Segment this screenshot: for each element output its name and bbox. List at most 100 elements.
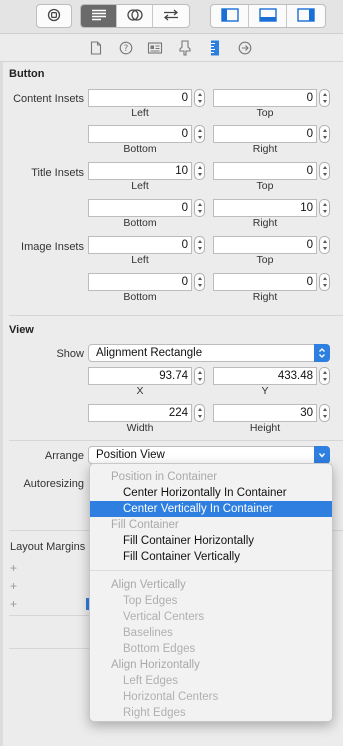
popup-chevron-icon	[314, 344, 330, 362]
content-insets-top-stepper[interactable]	[319, 89, 330, 107]
title-insets-label: Title Insets	[31, 167, 84, 179]
history-button[interactable]	[36, 4, 72, 28]
tab-attributes-inspector[interactable]	[177, 39, 193, 59]
title-insets-right-label: Right	[252, 217, 278, 229]
image-insets-left-stepper[interactable]	[194, 236, 205, 254]
tab-identity-inspector[interactable]	[147, 41, 163, 57]
editor-version-icon	[162, 9, 180, 24]
title-insets-left-stepper[interactable]	[194, 162, 205, 180]
layout-margins-label: Layout Margins	[10, 541, 86, 553]
image-insets-left-label: Left	[131, 254, 149, 266]
connections-icon	[238, 41, 252, 58]
title-insets-bottom-field[interactable]: 0	[88, 199, 192, 217]
menu-item-center-horizontally[interactable]: Center Horizontally In Container	[90, 485, 332, 501]
view-toggle-segmented	[210, 4, 326, 28]
editor-version-button[interactable]	[153, 5, 189, 27]
size-icon	[210, 40, 220, 59]
show-label: Show	[56, 348, 84, 360]
image-insets-top-stepper[interactable]	[319, 236, 330, 254]
frame-y-label: Y	[261, 385, 269, 397]
menu-item-bottom-edges[interactable]: Bottom Edges	[90, 641, 332, 657]
image-insets-right-field[interactable]: 0	[213, 273, 317, 291]
image-insets-label: Image Insets	[21, 241, 84, 253]
menu-item-right-edges[interactable]: Right Edges	[90, 705, 332, 721]
tab-size-inspector[interactable]	[207, 40, 223, 59]
title-insets-bottom-stepper[interactable]	[194, 199, 205, 217]
content-insets-right-stepper[interactable]	[319, 125, 330, 143]
popup-chevron-down-icon	[314, 446, 330, 464]
tab-connections-inspector[interactable]	[237, 41, 253, 57]
debug-area-toggle-icon	[258, 7, 277, 25]
arrange-popup-value: Position View	[96, 449, 165, 461]
title-insets-left-field[interactable]: 10	[88, 162, 192, 180]
frame-width-stepper[interactable]	[194, 404, 205, 422]
frame-y-stepper[interactable]	[319, 367, 330, 385]
menu-header-align-vertically: Align Vertically	[111, 579, 186, 591]
content-insets-left-field[interactable]: 0	[88, 89, 192, 107]
add-constraint-icon[interactable]: +	[10, 579, 17, 593]
title-insets-top-label: Top	[256, 180, 274, 192]
content-insets-left-stepper[interactable]	[194, 89, 205, 107]
frame-height-label: Height	[249, 422, 281, 434]
menu-item-center-vertically[interactable]: Center Vertically In Container	[90, 501, 332, 517]
svg-text:?: ?	[124, 44, 129, 54]
content-insets-label: Content Insets	[13, 93, 84, 105]
menu-item-baselines[interactable]: Baselines	[90, 625, 332, 641]
xcode-toolbar	[0, 0, 343, 34]
frame-y-field[interactable]: 433.48	[213, 367, 317, 385]
section-divider	[9, 315, 343, 316]
content-insets-right-field[interactable]: 0	[213, 125, 317, 143]
show-popup[interactable]: Alignment Rectangle	[88, 344, 330, 362]
image-insets-bottom-field[interactable]: 0	[88, 273, 192, 291]
navigator-toggle-button[interactable]	[211, 5, 249, 27]
title-insets-left-label: Left	[131, 180, 149, 192]
arrange-label: Arrange	[44, 450, 84, 462]
menu-item-fill-vertically[interactable]: Fill Container Vertically	[90, 549, 332, 565]
image-insets-top-label: Top	[256, 254, 274, 266]
frame-height-stepper[interactable]	[319, 404, 330, 422]
image-insets-bottom-stepper[interactable]	[194, 273, 205, 291]
image-insets-right-stepper[interactable]	[319, 273, 330, 291]
image-insets-right-label: Right	[252, 291, 278, 303]
section-title-button: Button	[9, 68, 45, 80]
editor-standard-icon	[91, 9, 107, 24]
content-insets-top-field[interactable]: 0	[213, 89, 317, 107]
debug-area-toggle-button[interactable]	[249, 5, 287, 27]
attributes-icon	[179, 39, 191, 59]
title-insets-top-stepper[interactable]	[319, 162, 330, 180]
editor-assistant-button[interactable]	[117, 5, 153, 27]
frame-x-stepper[interactable]	[194, 367, 205, 385]
tab-quick-help[interactable]: ?	[118, 41, 134, 57]
content-insets-bottom-stepper[interactable]	[194, 125, 205, 143]
frame-width-label: Width	[126, 422, 154, 434]
content-insets-left-label: Left	[131, 107, 149, 119]
menu-item-vertical-centers[interactable]: Vertical Centers	[90, 609, 332, 625]
arrange-popup[interactable]: Position View	[88, 446, 330, 464]
add-constraint-icon[interactable]: +	[10, 597, 17, 611]
menu-header-position: Position in Container	[111, 471, 218, 483]
frame-width-field[interactable]: 224	[88, 404, 192, 422]
menu-item-top-edges[interactable]: Top Edges	[90, 593, 332, 609]
content-insets-bottom-field[interactable]: 0	[88, 125, 192, 143]
content-insets-right-label: Right	[252, 143, 278, 155]
menu-item-left-edges[interactable]: Left Edges	[90, 673, 332, 689]
title-insets-right-field[interactable]: 10	[213, 199, 317, 217]
title-insets-bottom-label: Bottom	[123, 217, 157, 229]
title-insets-top-field[interactable]: 0	[213, 162, 317, 180]
title-insets-right-stepper[interactable]	[319, 199, 330, 217]
editor-standard-button[interactable]	[81, 5, 117, 27]
menu-item-fill-horizontally[interactable]: Fill Container Horizontally	[90, 533, 332, 549]
add-constraint-icon[interactable]: +	[10, 561, 17, 575]
bottom-divider	[9, 648, 89, 649]
inspector-tab-bar: ?	[0, 34, 343, 62]
tab-file-inspector[interactable]	[88, 40, 104, 57]
history-icon	[47, 8, 61, 25]
navigator-toggle-icon	[220, 7, 239, 25]
image-insets-top-field[interactable]: 0	[213, 236, 317, 254]
menu-item-horizontal-centers[interactable]: Horizontal Centers	[90, 689, 332, 705]
menu-separator	[90, 570, 332, 571]
utilities-toggle-button[interactable]	[287, 5, 325, 27]
frame-x-field[interactable]: 93.74	[88, 367, 192, 385]
frame-height-field[interactable]: 30	[213, 404, 317, 422]
image-insets-left-field[interactable]: 0	[88, 236, 192, 254]
